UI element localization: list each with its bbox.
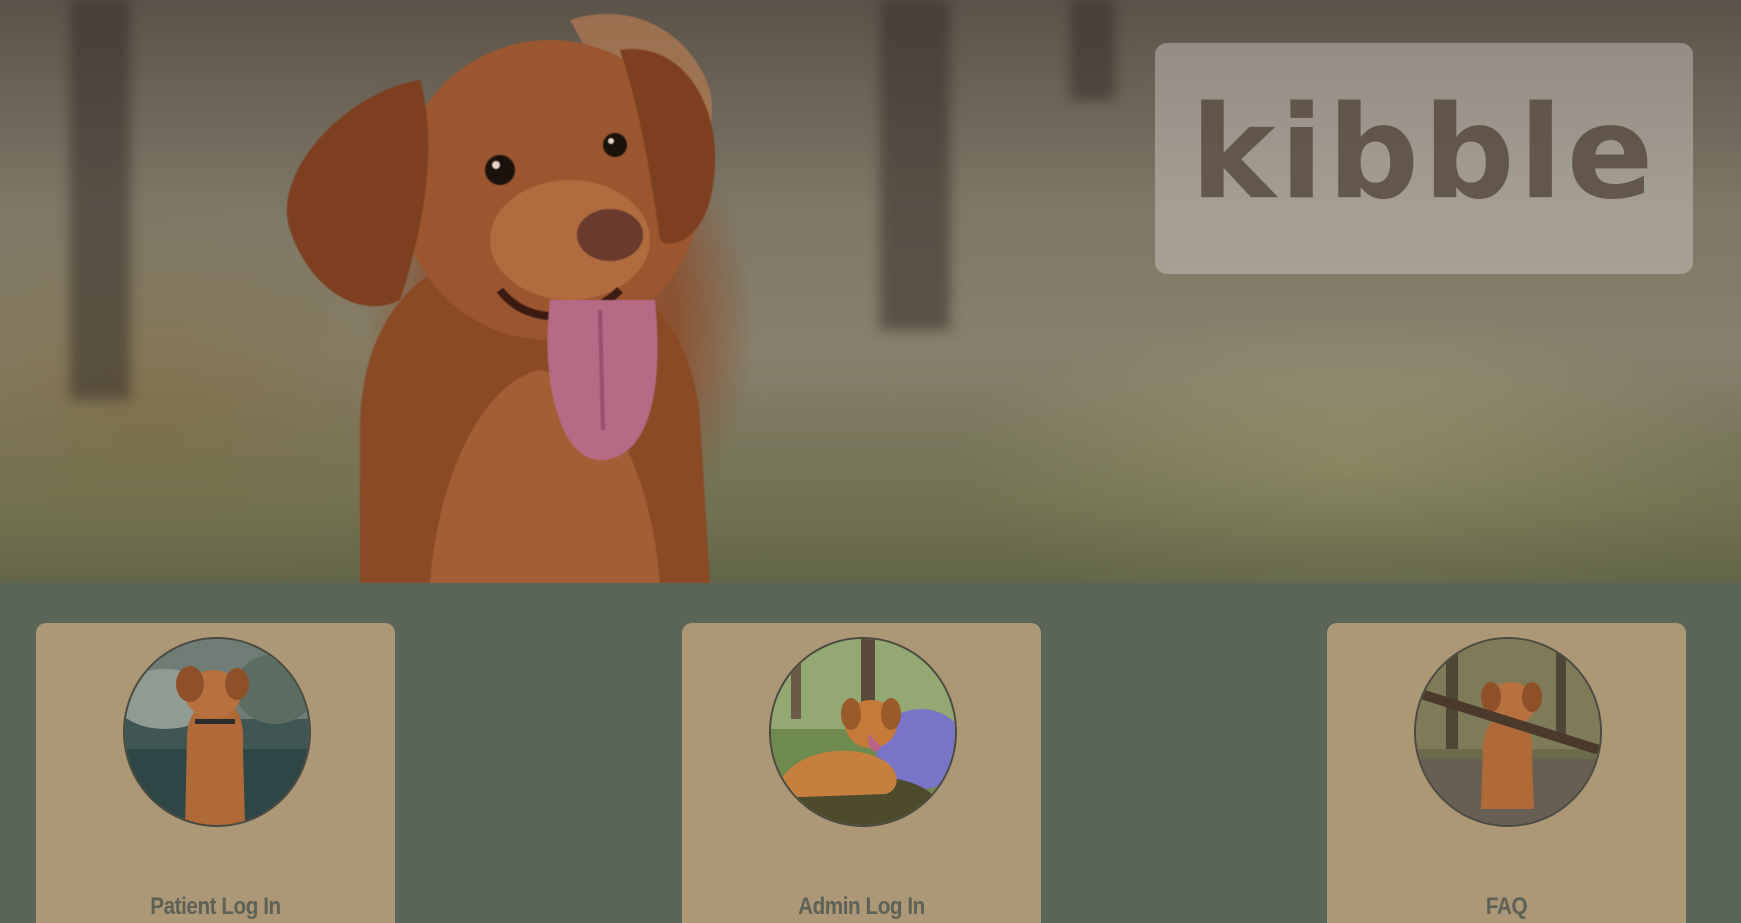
dog-standing-in-water-photo bbox=[123, 637, 311, 827]
dog-lying-on-rock-photo bbox=[769, 637, 957, 827]
admin-login-label: Admin Log In bbox=[798, 893, 925, 920]
patient-login-card[interactable]: Patient Log In bbox=[36, 623, 395, 923]
kibble-logo: kibble bbox=[1190, 78, 1658, 228]
dog-with-stick-photo bbox=[1414, 637, 1602, 827]
tree-trunk bbox=[1070, 0, 1115, 100]
faq-label: FAQ bbox=[1485, 893, 1528, 920]
faq-card[interactable]: FAQ bbox=[1327, 623, 1686, 923]
hero-banner: kibble bbox=[0, 0, 1741, 583]
admin-login-card[interactable]: Admin Log In bbox=[682, 623, 1041, 923]
navigation-cards: Patient Log In Admin Log In FAQ bbox=[0, 583, 1741, 923]
hero-dog-image bbox=[286, 13, 716, 583]
tree-trunk bbox=[880, 0, 950, 330]
patient-login-label: Patient Log In bbox=[150, 893, 281, 920]
grass-foreground bbox=[0, 383, 1741, 583]
logo-panel: kibble bbox=[1155, 43, 1693, 274]
tree-trunk bbox=[70, 0, 130, 400]
